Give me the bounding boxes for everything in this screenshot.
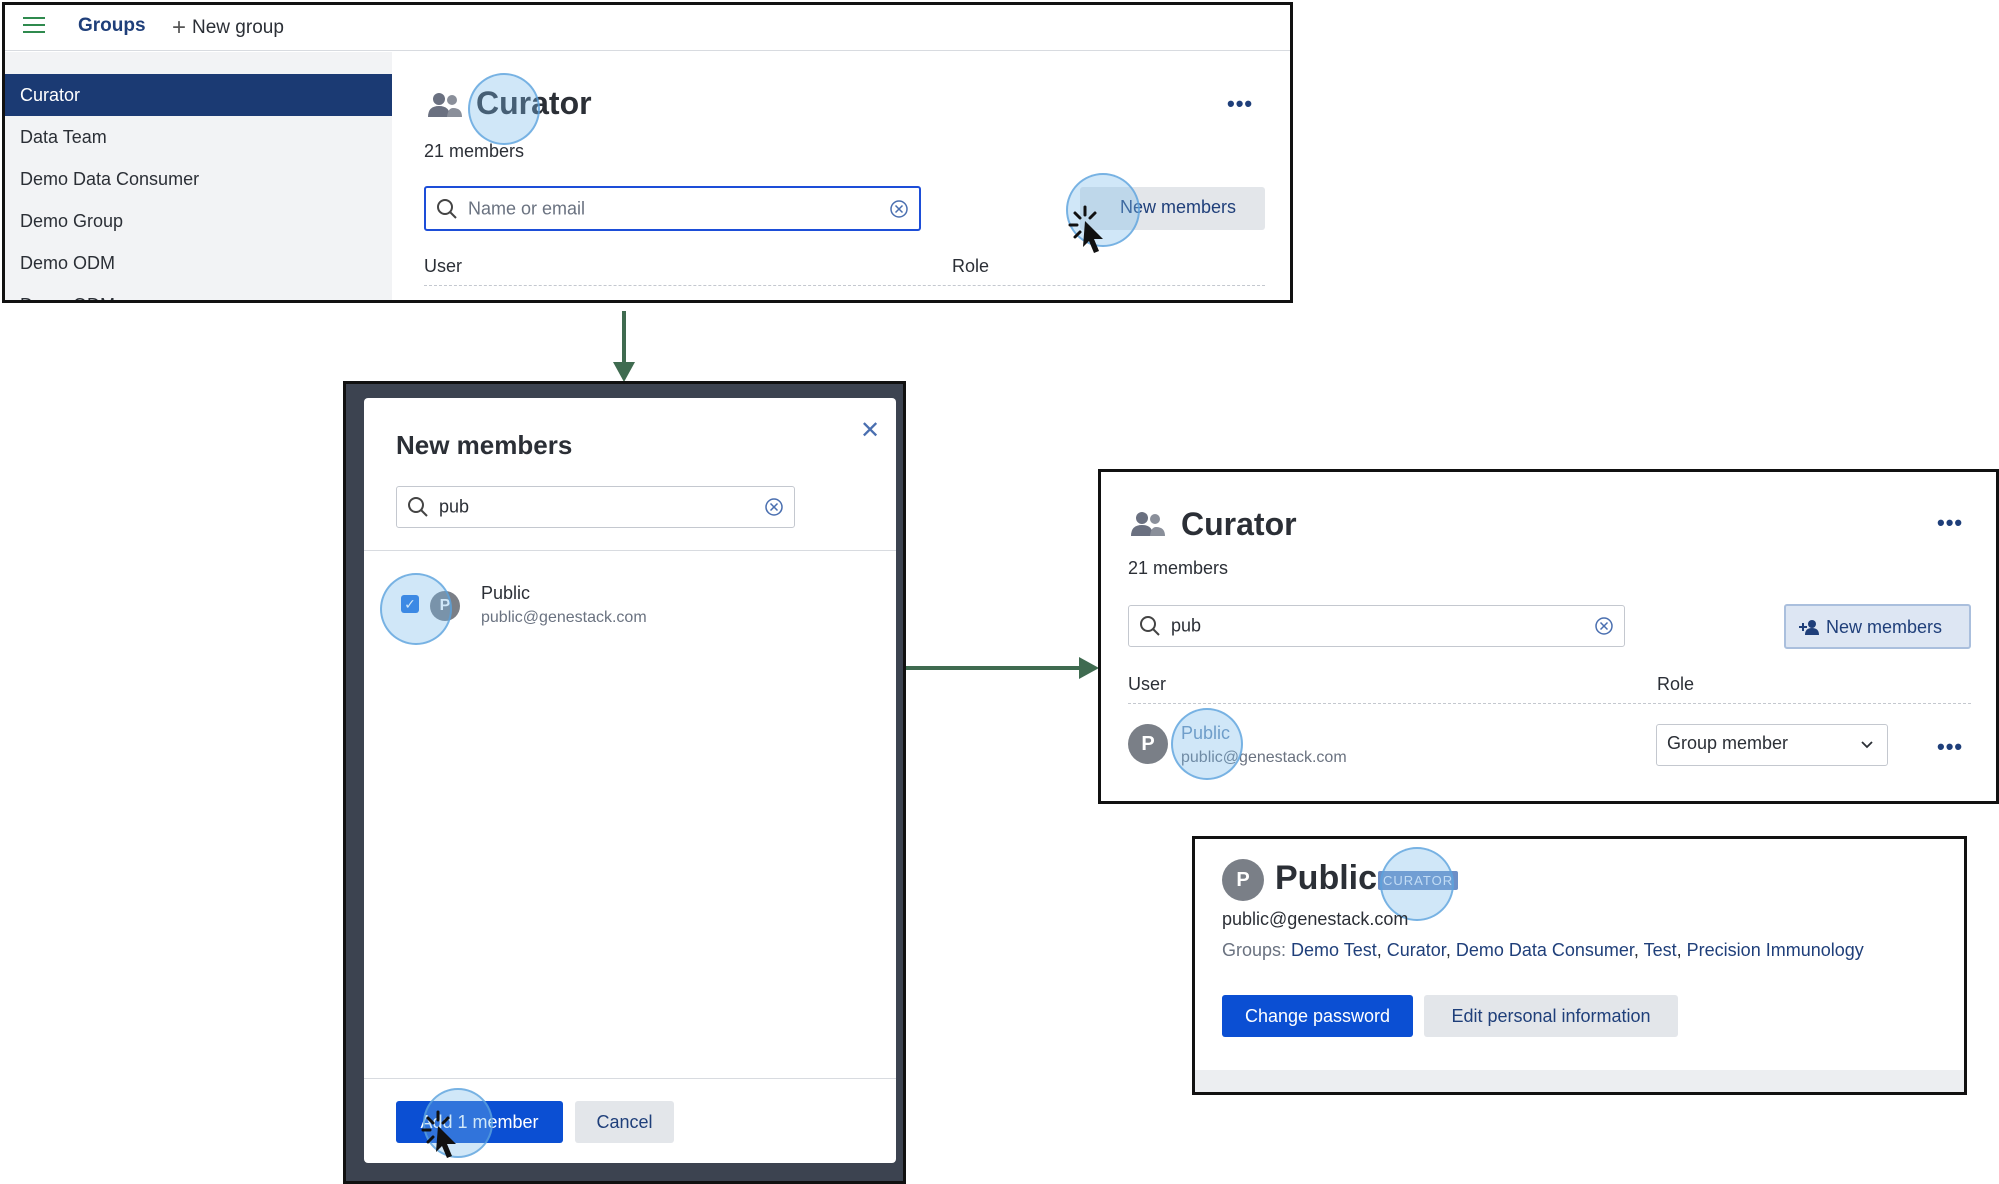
search-icon [1140, 616, 1160, 636]
avatar: P [1222, 859, 1264, 901]
sidebar-item-demo-odm[interactable]: Demo ODM [5, 242, 392, 284]
profile-email: public@genestack.com [1222, 909, 1409, 929]
dialog-title: New members [396, 430, 573, 460]
change-password-button[interactable]: Change password [1222, 995, 1413, 1037]
clear-circle-icon[interactable] [1594, 616, 1614, 636]
groups-prefix: Groups: [1222, 940, 1287, 960]
add-user-icon [1799, 620, 1819, 635]
avatar: P [1128, 724, 1168, 764]
sidebar-item-demo-data-consumer[interactable]: Demo Data Consumer [5, 158, 392, 200]
click-highlight [380, 573, 452, 645]
top-bar: Groups + New group [5, 5, 1290, 51]
group-detail-panel: Curator 21 members ••• pub New members U… [1098, 469, 1999, 804]
dialog-divider [364, 550, 896, 551]
search-icon [437, 198, 457, 219]
groups-nav-link[interactable]: Groups [78, 15, 146, 37]
click-highlight [1171, 708, 1243, 780]
column-header-user: User [1128, 674, 1167, 694]
new-members-dialog: New members ✕ pub ✓ P Public public@gene… [364, 398, 896, 1163]
groups-sidebar: Curator Data Team Demo Data Consumer Dem… [5, 52, 392, 300]
edit-personal-info-button[interactable]: Edit personal information [1424, 995, 1678, 1037]
hamburger-icon[interactable] [23, 17, 45, 33]
more-horizontal-icon[interactable]: ••• [1227, 91, 1253, 117]
sidebar-item-demo-group[interactable]: Demo Group [5, 200, 392, 242]
member-search-input[interactable]: Name or email [424, 186, 921, 231]
new-group-button[interactable]: + New group [172, 14, 284, 42]
search-value: pub [439, 496, 470, 517]
groups-page-panel: Groups + New group Curator Data Team Demo… [2, 2, 1293, 303]
new-members-search-input[interactable]: pub [396, 486, 795, 528]
profile-footer-bar [1195, 1070, 1964, 1092]
group-title: Curator [1181, 506, 1297, 542]
search-icon [408, 497, 428, 517]
result-email: public@genestack.com [481, 609, 647, 626]
title-highlight [468, 73, 540, 145]
profile-groups: Groups: Demo Test, Curator, Demo Data Co… [1222, 940, 1864, 960]
click-cursor-icon [421, 1110, 456, 1158]
chevron-down-icon [1861, 741, 1873, 749]
member-search-input[interactable]: pub [1128, 605, 1625, 647]
dialog-footer-divider [364, 1078, 896, 1079]
search-value: pub [1171, 615, 1202, 636]
group-icon [428, 93, 462, 117]
group-link-demo-test[interactable]: Demo Test [1291, 940, 1377, 960]
group-icon [1131, 512, 1165, 536]
group-link-demo-data-consumer[interactable]: Demo Data Consumer [1456, 940, 1634, 960]
sidebar-item-curator[interactable]: Curator [5, 74, 392, 116]
cancel-button[interactable]: Cancel [575, 1101, 674, 1143]
column-header-role: Role [1657, 674, 1695, 694]
group-link-curator[interactable]: Curator [1387, 940, 1446, 960]
close-icon[interactable]: ✕ [860, 416, 880, 445]
sidebar-item-data-team[interactable]: Data Team [5, 116, 392, 158]
plus-icon: + [172, 14, 187, 41]
group-link-test[interactable]: Test [1644, 940, 1677, 960]
members-count: 21 members [1128, 558, 1229, 578]
new-members-modal-panel: New members ✕ pub ✓ P Public public@gene… [343, 381, 906, 1184]
result-name: Public [481, 583, 531, 603]
table-divider [1128, 703, 1971, 704]
role-select-value: Group member [1667, 733, 1789, 753]
click-cursor-icon [1068, 205, 1103, 253]
search-placeholder: Name or email [468, 198, 586, 218]
role-select[interactable]: Group member [1656, 724, 1888, 766]
profile-name: Public [1275, 859, 1378, 897]
new-members-button[interactable]: New members [1784, 604, 1971, 649]
column-header-user: User [424, 256, 463, 276]
group-link-precision-immunology[interactable]: Precision Immunology [1687, 940, 1864, 960]
new-group-label: New group [192, 17, 284, 38]
more-horizontal-icon[interactable]: ••• [1937, 734, 1963, 760]
clear-circle-icon[interactable] [764, 497, 784, 517]
new-members-label: New members [1826, 617, 1943, 637]
column-header-role: Role [952, 256, 990, 276]
more-horizontal-icon[interactable]: ••• [1937, 510, 1963, 536]
sidebar-item-demo-odm-new[interactable]: Demo ODM new [5, 284, 392, 300]
user-profile-panel: P Public CURATOR public@genestack.com Gr… [1192, 836, 1967, 1095]
table-divider [424, 285, 1265, 286]
clear-circle-icon[interactable] [889, 199, 909, 219]
